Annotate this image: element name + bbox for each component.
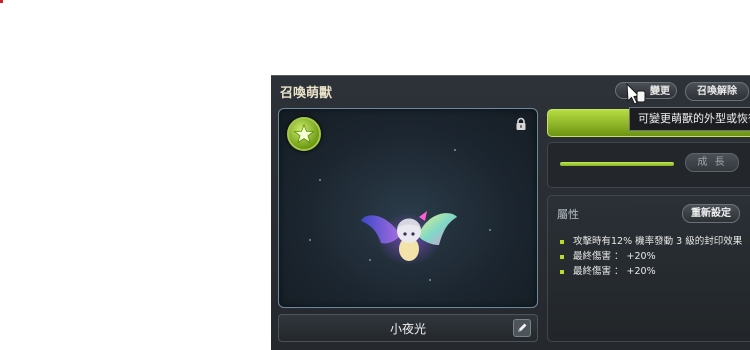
attribute-item: 攻擊時有12% 機率發動 3 級的封印效果 bbox=[558, 236, 743, 248]
growth-progress-track bbox=[560, 162, 678, 166]
sparkle bbox=[429, 279, 431, 281]
change-tooltip: 可變更萌獸的外型或恢復 bbox=[629, 107, 750, 131]
attribute-list: 攻擊時有12% 機率發動 3 級的封印效果 最終傷害 ： +20% 最終傷害 ：… bbox=[558, 236, 743, 281]
growth-button[interactable]: 成 長 bbox=[685, 153, 739, 172]
reset-attributes-button[interactable]: 重新設定 bbox=[682, 204, 740, 223]
sparkle bbox=[489, 229, 491, 231]
sparkle bbox=[309, 239, 311, 241]
attribute-item: 最終傷害 ： +20% bbox=[558, 251, 743, 263]
hand-cursor-icon bbox=[625, 81, 647, 107]
pencil-icon[interactable] bbox=[513, 319, 531, 337]
red-dot bbox=[0, 0, 3, 3]
pet-name: 小夜光 bbox=[389, 322, 426, 336]
window-title: 召喚萌獸 bbox=[280, 86, 333, 101]
sparkle bbox=[319, 179, 321, 181]
growth-progress-fill bbox=[560, 162, 675, 166]
star-icon bbox=[287, 117, 321, 151]
pet-display-area bbox=[278, 108, 538, 308]
attribute-title: 屬性 bbox=[557, 208, 579, 221]
attribute-section: 屬性 重新設定 攻擊時有12% 機率發動 3 級的封印效果 最終傷害 ： +20… bbox=[547, 195, 750, 342]
pet-summon-window: 召喚萌獸 變更 召喚解除 小夜光 成 長 屬性 重新設定 攻擊時有12% 機率發… bbox=[271, 75, 750, 350]
release-summon-button[interactable]: 召喚解除 bbox=[685, 82, 749, 101]
sparkle bbox=[454, 149, 456, 151]
lock-icon[interactable] bbox=[514, 116, 528, 130]
pet-sprite bbox=[361, 211, 457, 265]
attribute-item: 最終傷害 ： +20% bbox=[558, 266, 743, 278]
pet-name-bar: 小夜光 bbox=[278, 314, 538, 342]
growth-section: 成 長 bbox=[547, 142, 750, 188]
